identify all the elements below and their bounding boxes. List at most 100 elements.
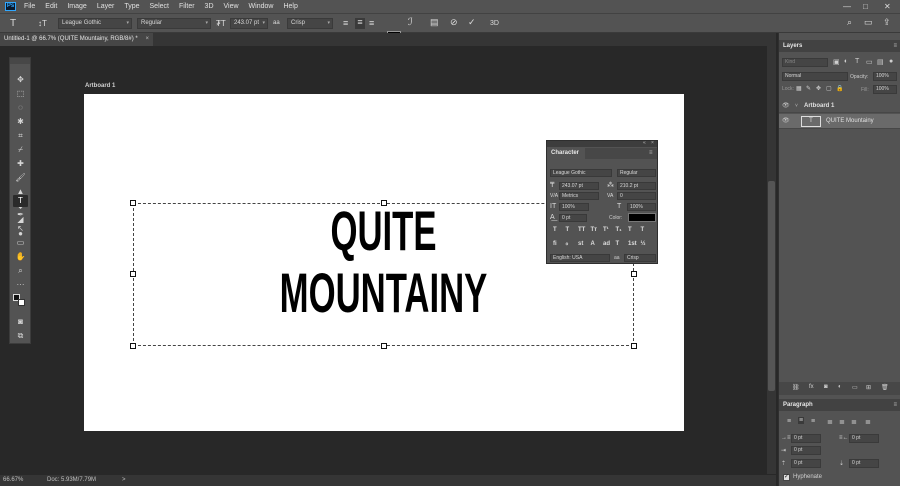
opentype-button-7-icon[interactable]: ½ [641, 241, 646, 248]
character-panel-titlebar[interactable] [547, 141, 657, 147]
lasso-tool-icon[interactable]: ◌ [13, 102, 28, 114]
quick-select-tool-icon[interactable]: ✱ [13, 116, 28, 128]
char-leading-field[interactable]: 210.2 pt [617, 182, 656, 190]
close-panel-icon[interactable]: × [651, 140, 654, 146]
more-tools-icon[interactable]: ··· [13, 279, 28, 291]
rectangle-tool-icon[interactable]: ▭ [13, 237, 28, 249]
trash-icon[interactable]: 🗑 [881, 384, 889, 391]
type-tool-icon[interactable]: T [10, 19, 16, 29]
filter-toggle-icon[interactable]: ● [889, 58, 893, 65]
char-antialias-select[interactable]: Crisp [624, 254, 656, 262]
type-style-button-0-icon[interactable]: T [553, 227, 557, 234]
lock-artboard-icon[interactable]: ▢ [826, 85, 832, 92]
antialias-select[interactable]: Crisp ▾ [287, 18, 333, 29]
indent-left-field[interactable]: 0 pt [791, 434, 821, 443]
indent-right-field[interactable]: 0 pt [849, 434, 879, 443]
align-right-icon[interactable]: ≡ [369, 19, 374, 28]
fx-icon[interactable]: fx [809, 384, 814, 390]
vertical-scrollbar[interactable] [767, 46, 776, 474]
menu-file[interactable]: File [24, 3, 35, 10]
zoom-tool-icon[interactable]: ⌕ [13, 265, 28, 277]
quick-mask-icon[interactable]: ◙ [13, 316, 28, 328]
close-tab-icon[interactable]: × [145, 33, 149, 46]
3d-button[interactable]: 3D [490, 19, 499, 28]
transform-handle-br[interactable] [631, 343, 637, 349]
type-style-button-2-icon[interactable]: TT [578, 227, 585, 234]
character-panel-menu-icon[interactable]: ≡ [649, 150, 653, 156]
justify-last-center-icon[interactable]: ≣ [839, 418, 845, 426]
type-style-button-7-icon[interactable]: T [641, 227, 645, 234]
para-align-center-icon[interactable]: ≡ [798, 417, 805, 424]
search-icon[interactable]: ⌕ [847, 18, 852, 27]
lock-all-icon[interactable]: 🔒 [836, 85, 843, 92]
cancel-icon[interactable]: ⊘ [450, 18, 458, 27]
type-style-button-5-icon[interactable]: T₁ [616, 227, 622, 234]
share-icon[interactable]: ⇪ [883, 18, 891, 27]
scrollbar-thumb[interactable] [768, 181, 775, 391]
screen-mode-icon[interactable]: ⧉ [13, 330, 28, 342]
type-style-button-1-icon[interactable]: T [566, 227, 570, 234]
tools-panel-grip[interactable] [10, 58, 30, 64]
justify-last-right-icon[interactable]: ≣ [851, 418, 857, 426]
expand-chevron-icon[interactable]: ˅ [795, 100, 798, 113]
warp-text-icon[interactable]: ℐ [408, 18, 413, 28]
layers-panel-header[interactable]: Layers ≡ [779, 40, 900, 52]
justify-last-left-icon[interactable]: ≣ [827, 418, 833, 426]
layer-filter-search[interactable]: Kind [782, 58, 828, 67]
lock-transparent-icon[interactable]: ▦ [796, 85, 802, 92]
transform-handle-tc[interactable] [381, 200, 387, 206]
transform-handle-bl[interactable] [130, 343, 136, 349]
opentype-button-6-icon[interactable]: 1st [628, 241, 637, 248]
collapse-panel-icon[interactable]: « [643, 140, 646, 146]
hyphenate-checkbox[interactable]: ✓ [783, 474, 790, 481]
paragraph-panel-header[interactable]: Paragraph ≡ [779, 399, 900, 411]
path-select-tool-icon[interactable]: ↖ [13, 223, 28, 235]
hand-tool-icon[interactable]: ✋ [13, 251, 28, 263]
space-after-field[interactable]: 0 pt [849, 459, 879, 468]
filter-pixel-icon[interactable]: ▣ [833, 58, 840, 66]
filter-smart-icon[interactable]: ▤ [877, 58, 884, 66]
eyedropper-tool-icon[interactable]: ⌿ [13, 144, 28, 156]
menu-layer[interactable]: Layer [97, 3, 115, 10]
transform-handle-tl[interactable] [130, 200, 136, 206]
align-left-icon[interactable]: ≡ [343, 19, 348, 28]
font-style-select[interactable]: Regular ▾ [137, 18, 211, 29]
menu-filter[interactable]: Filter [179, 3, 195, 10]
filter-type-icon[interactable]: T [855, 58, 859, 65]
filter-shape-icon[interactable]: ▭ [866, 58, 873, 66]
character-tab[interactable]: Character [547, 148, 585, 159]
workspace-icon[interactable]: ▭ [864, 18, 873, 27]
group-icon[interactable]: ▭ [852, 384, 858, 391]
layer-row-artboard[interactable]: 👁 ˅ Artboard 1 [779, 100, 900, 113]
visibility-eye-icon[interactable]: 👁 [782, 114, 790, 129]
zoom-level[interactable]: 66.67% [3, 475, 23, 486]
opentype-button-3-icon[interactable]: A [591, 241, 595, 248]
menu-type[interactable]: Type [124, 3, 139, 10]
align-center-icon[interactable]: ≡ [355, 18, 365, 29]
type-style-button-3-icon[interactable]: Tт [591, 227, 598, 234]
menu-view[interactable]: View [224, 3, 239, 10]
blend-mode-select[interactable]: Normal [782, 72, 848, 81]
status-menu-arrow[interactable]: > [122, 475, 126, 486]
justify-all-icon[interactable]: ≣ [865, 418, 871, 426]
type-style-button-4-icon[interactable]: T¹ [603, 227, 609, 234]
visibility-eye-icon[interactable]: 👁 [782, 100, 790, 113]
char-font-style-select[interactable]: Regular [617, 169, 656, 177]
para-align-right-icon[interactable]: ≡ [811, 418, 815, 425]
filter-adjustment-icon[interactable]: ◐ [844, 58, 848, 65]
opentype-button-2-icon[interactable]: st [578, 241, 583, 248]
language-select[interactable]: English: USA [550, 254, 610, 262]
maximize-button[interactable]: □ [863, 2, 868, 11]
font-family-select[interactable]: League Gothic ▾ [58, 18, 132, 29]
menu-window[interactable]: Window [249, 3, 274, 10]
lock-pixels-icon[interactable]: ✎ [806, 85, 811, 92]
adjustment-icon[interactable]: ◐ [838, 384, 842, 390]
marquee-tool-icon[interactable]: ⬚ [13, 88, 28, 100]
character-panel-icon[interactable]: ▤ [430, 18, 439, 27]
background-color-swatch[interactable] [18, 299, 25, 306]
char-color-swatch[interactable] [628, 213, 656, 222]
char-kerning-select[interactable]: Metrics [559, 192, 599, 200]
char-font-size-field[interactable]: 243.07 pt [559, 182, 599, 190]
char-font-family-select[interactable]: League Gothic [550, 169, 612, 177]
minimize-button[interactable]: — [843, 2, 851, 11]
